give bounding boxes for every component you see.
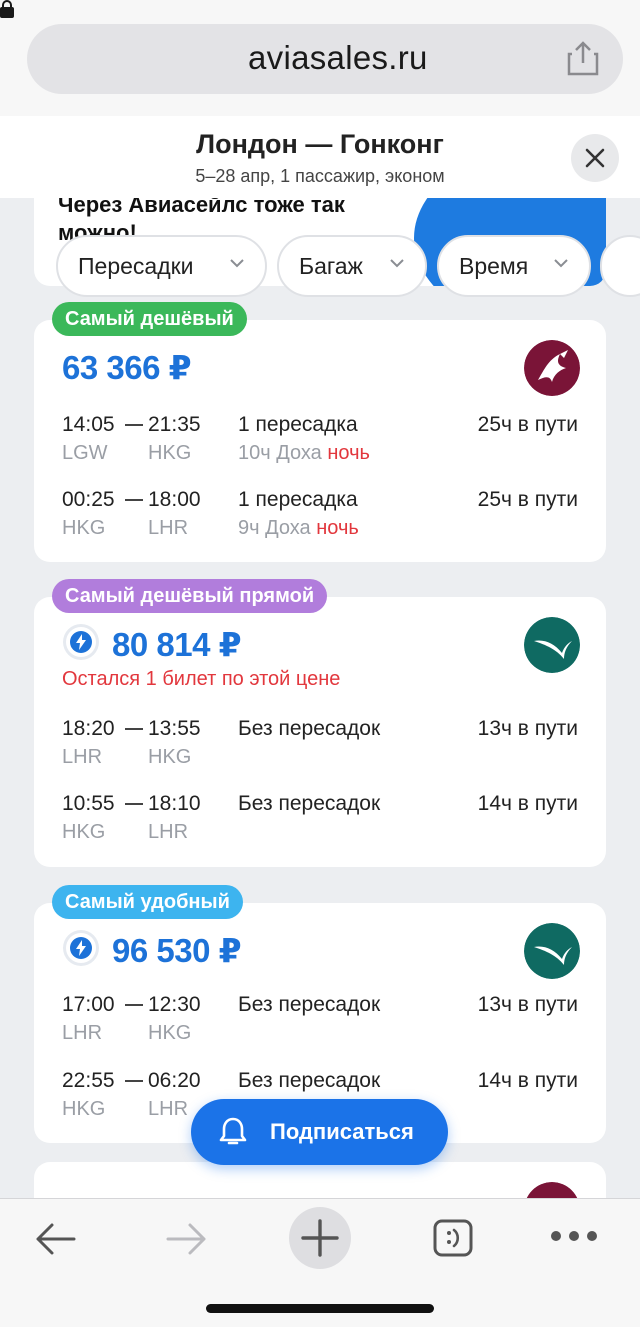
- qatar-airways-logo-icon: [524, 340, 580, 396]
- filter-label: Пересадки: [78, 253, 194, 279]
- lightning-icon: [66, 627, 96, 657]
- lock-icon: [0, 0, 14, 18]
- time-dash: [125, 728, 143, 730]
- filter-transfers[interactable]: Пересадки: [56, 235, 267, 297]
- forward-arrow-icon[interactable]: [164, 1221, 210, 1257]
- badge-most-convenient: Самый удобный: [52, 885, 243, 919]
- arrival-time: 21:35: [148, 413, 201, 436]
- more-icon[interactable]: [550, 1229, 598, 1243]
- time-dash: [125, 499, 143, 501]
- departure-airport: HKG: [62, 1098, 106, 1120]
- arrival-airport: HKG: [148, 746, 192, 768]
- departure-airport: HKG: [62, 517, 106, 539]
- bell-icon: [219, 1117, 247, 1145]
- night-flag: ночь: [327, 442, 370, 464]
- night-flag: ночь: [316, 517, 359, 539]
- stop-detail: 9ч Доха ночь: [238, 517, 359, 540]
- filter-time[interactable]: Время: [437, 235, 591, 297]
- arrival-airport: HKG: [148, 442, 192, 464]
- duration: 13ч в пути: [477, 717, 578, 740]
- search-params[interactable]: 5–28 апр, 1 пассажир, эконом: [0, 166, 640, 187]
- lightning-icon: [66, 933, 96, 963]
- departure-time: 18:20: [62, 717, 115, 740]
- back-arrow-icon[interactable]: [32, 1221, 78, 1257]
- new-tab-button[interactable]: [289, 1207, 351, 1269]
- time-dash: [125, 424, 143, 426]
- stops-count: Без пересадок: [238, 993, 381, 1016]
- arrival-time: 18:10: [148, 792, 201, 815]
- stop-city: 9ч Доха: [238, 517, 311, 539]
- departure-airport: LHR: [62, 1022, 103, 1044]
- arrival-time: 06:20: [148, 1069, 201, 1092]
- chevron-down-icon: [390, 259, 404, 268]
- stop-city: 10ч Доха: [238, 442, 322, 464]
- arrival-airport: LHR: [148, 1098, 189, 1120]
- time-dash: [125, 1004, 143, 1006]
- arrival-airport: HKG: [148, 1022, 192, 1044]
- cathay-pacific-logo-icon: [524, 617, 580, 673]
- arrival-time: 12:30: [148, 993, 201, 1016]
- badge-cheapest-direct: Самый дешёвый прямой: [52, 579, 328, 613]
- close-icon: [585, 148, 605, 168]
- duration: 13ч в пути: [477, 993, 578, 1016]
- arrival-airport: LHR: [148, 517, 189, 539]
- departure-time: 00:25: [62, 488, 115, 511]
- home-indicator[interactable]: [206, 1304, 434, 1313]
- stops-count: 1 пересадка: [238, 488, 358, 511]
- duration: 25ч в пути: [477, 413, 578, 436]
- route-title: Лондон — Гонконг: [196, 129, 444, 159]
- departure-time: 17:00: [62, 993, 115, 1016]
- last-ticket-alert: Остался 1 билет по этой цене: [62, 668, 341, 690]
- stops-count: Без пересадок: [238, 792, 381, 815]
- tabs-icon[interactable]: [432, 1218, 474, 1258]
- chevron-down-icon: [230, 259, 244, 268]
- subscribe-button[interactable]: Подписаться: [191, 1099, 448, 1165]
- share-icon[interactable]: [566, 40, 600, 76]
- ticket-card[interactable]: 80 814 ₽ Остался 1 билет по этой цене 18…: [34, 597, 606, 867]
- ticket-card[interactable]: 63 366 ₽ 14:05 21:35 LGW HKG 1 пересадка…: [34, 320, 606, 562]
- ticket-price: 63 366 ₽: [62, 349, 192, 386]
- duration: 14ч в пути: [477, 792, 578, 815]
- filter-more[interactable]: [600, 235, 640, 297]
- ticket-price: 80 814 ₽: [112, 626, 242, 663]
- chevron-down-icon: [554, 259, 568, 268]
- stops-count: Без пересадок: [238, 717, 381, 740]
- browser-url-bar-area: aviasales.ru: [0, 0, 640, 116]
- stop-detail: 10ч Доха ночь: [238, 442, 370, 465]
- time-dash: [125, 1080, 143, 1082]
- filter-label: Время: [459, 253, 529, 279]
- departure-airport: HKG: [62, 821, 106, 843]
- departure-time: 10:55: [62, 792, 115, 815]
- duration: 25ч в пути: [477, 488, 578, 511]
- departure-airport: LHR: [62, 746, 103, 768]
- duration: 14ч в пути: [477, 1069, 578, 1092]
- departure-time: 22:55: [62, 1069, 115, 1092]
- search-header: Лондон — Гонконг 5–28 апр, 1 пассажир, э…: [0, 116, 640, 198]
- filter-baggage[interactable]: Багаж: [277, 235, 427, 297]
- cathay-pacific-logo-icon: [524, 923, 580, 979]
- filter-label: Багаж: [299, 253, 363, 279]
- new-tab-plus-icon: [301, 1219, 339, 1257]
- arrival-time: 13:55: [148, 717, 201, 740]
- departure-time: 14:05: [62, 413, 115, 436]
- arrival-airport: LHR: [148, 821, 189, 843]
- url-text[interactable]: aviasales.ru: [248, 39, 428, 77]
- stops-count: 1 пересадка: [238, 413, 358, 436]
- ticket-price: 96 530 ₽: [112, 932, 242, 969]
- subscribe-label: Подписаться: [270, 1119, 414, 1144]
- badge-cheapest: Самый дешёвый: [52, 302, 247, 336]
- stops-count: Без пересадок: [238, 1069, 381, 1092]
- departure-airport: LGW: [62, 442, 108, 464]
- arrival-time: 18:00: [148, 488, 201, 511]
- time-dash: [125, 803, 143, 805]
- close-button[interactable]: [571, 134, 619, 182]
